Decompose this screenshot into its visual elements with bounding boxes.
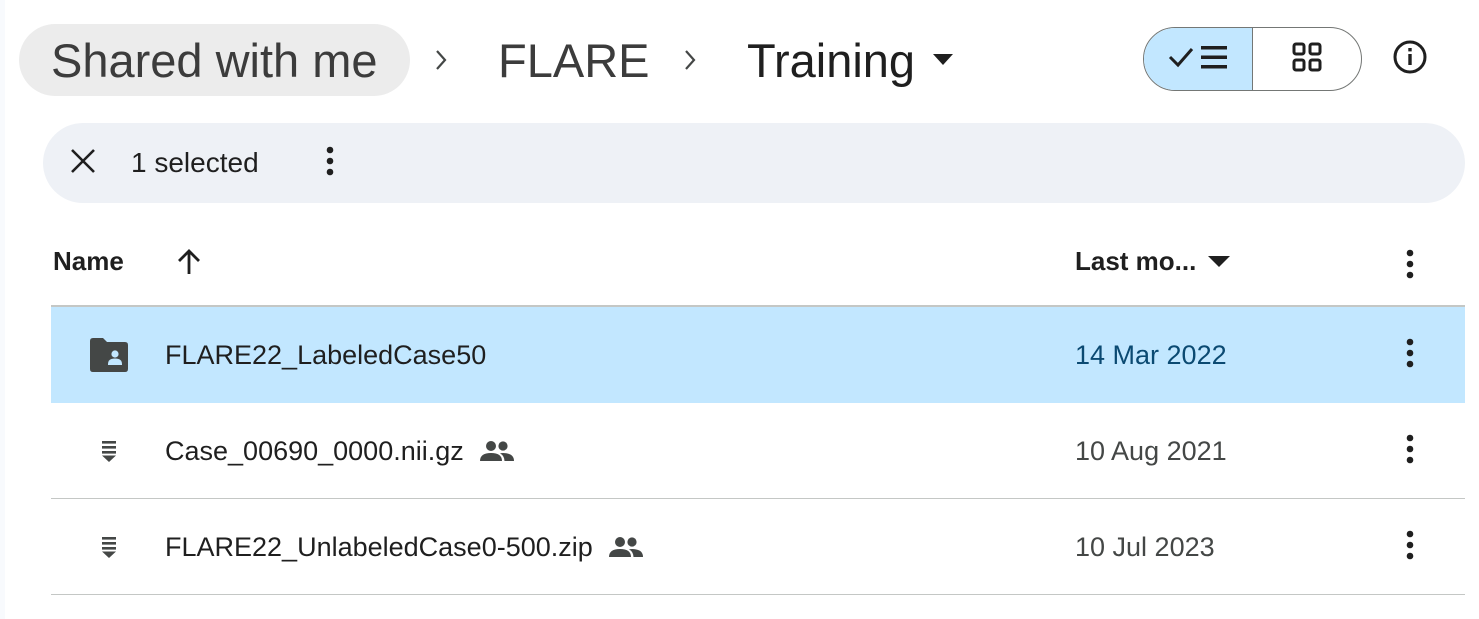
file-row[interactable]: Case_00690_0000.nii.gz 10 Aug 2021: [51, 403, 1465, 499]
breadcrumb-flare[interactable]: FLARE: [498, 24, 650, 96]
chevron-right-icon: [429, 40, 453, 80]
close-icon: [70, 148, 96, 179]
breadcrumb: Shared with me FLARE Training: [0, 0, 1479, 120]
file-modified-date: 10 Aug 2021: [1075, 435, 1227, 466]
more-vert-icon: [1406, 434, 1414, 469]
selection-more-actions-button[interactable]: [308, 141, 352, 185]
file-name-cell: FLARE22_UnlabeledCase0-500.zip: [165, 499, 643, 595]
more-vert-icon: [1406, 249, 1414, 284]
file-name-cell: Case_00690_0000.nii.gz: [165, 403, 514, 499]
more-vert-icon: [326, 146, 334, 181]
layout-toggle: [1143, 27, 1362, 91]
breadcrumb-shared-with-me[interactable]: Shared with me: [19, 24, 410, 96]
grid-layout-button[interactable]: [1253, 28, 1361, 90]
clear-selection-button[interactable]: [61, 141, 105, 185]
shared-folder-icon: [85, 335, 133, 375]
list-layout-button[interactable]: [1144, 28, 1253, 90]
caret-down-icon: [933, 54, 954, 66]
more-vert-icon: [1406, 338, 1414, 373]
row-divider: [51, 593, 1465, 595]
check-list-icon: [1167, 41, 1229, 78]
column-header-last-modified-label: Last mo...: [1075, 246, 1197, 276]
view-details-button[interactable]: [1385, 34, 1435, 84]
breadcrumb-parent-label: FLARE: [498, 33, 650, 87]
archive-file-icon: [85, 527, 133, 567]
chevron-right-icon: [678, 40, 702, 80]
file-name: Case_00690_0000.nii.gz: [165, 435, 464, 466]
file-modified-date: 14 Mar 2022: [1075, 339, 1227, 370]
file-name: FLARE22_LabeledCase50: [165, 339, 487, 370]
info-icon: [1392, 39, 1428, 80]
row-more-actions-button[interactable]: [1388, 333, 1432, 377]
breadcrumb-current-label: Training: [747, 33, 916, 87]
sort-direction-button[interactable]: [172, 247, 206, 281]
file-name: FLARE22_UnlabeledCase0-500.zip: [165, 531, 593, 562]
caret-down-icon: [1208, 255, 1231, 268]
grid-icon: [1292, 42, 1322, 77]
selection-toolbar: 1 selected: [43, 123, 1465, 203]
column-options-button[interactable]: [1388, 244, 1432, 288]
file-row[interactable]: FLARE22_UnlabeledCase0-500.zip 10 Jul 20…: [51, 499, 1465, 595]
people-icon: [608, 536, 643, 558]
file-row-selected[interactable]: FLARE22_LabeledCase50 14 Mar 2022: [51, 307, 1465, 403]
more-vert-icon: [1406, 530, 1414, 565]
column-header-name[interactable]: Name: [53, 246, 124, 277]
selection-count: 1 selected: [131, 147, 259, 178]
people-icon: [479, 440, 514, 462]
file-modified-date: 10 Jul 2023: [1075, 531, 1215, 562]
row-more-actions-button[interactable]: [1388, 525, 1432, 569]
breadcrumb-training-menu[interactable]: Training: [747, 24, 954, 96]
arrow-up-icon: [176, 248, 202, 281]
row-more-actions-button[interactable]: [1388, 429, 1432, 473]
column-header-last-modified[interactable]: Last mo...: [1075, 246, 1231, 277]
archive-file-icon: [85, 431, 133, 471]
breadcrumb-root-label: Shared with me: [51, 33, 378, 87]
